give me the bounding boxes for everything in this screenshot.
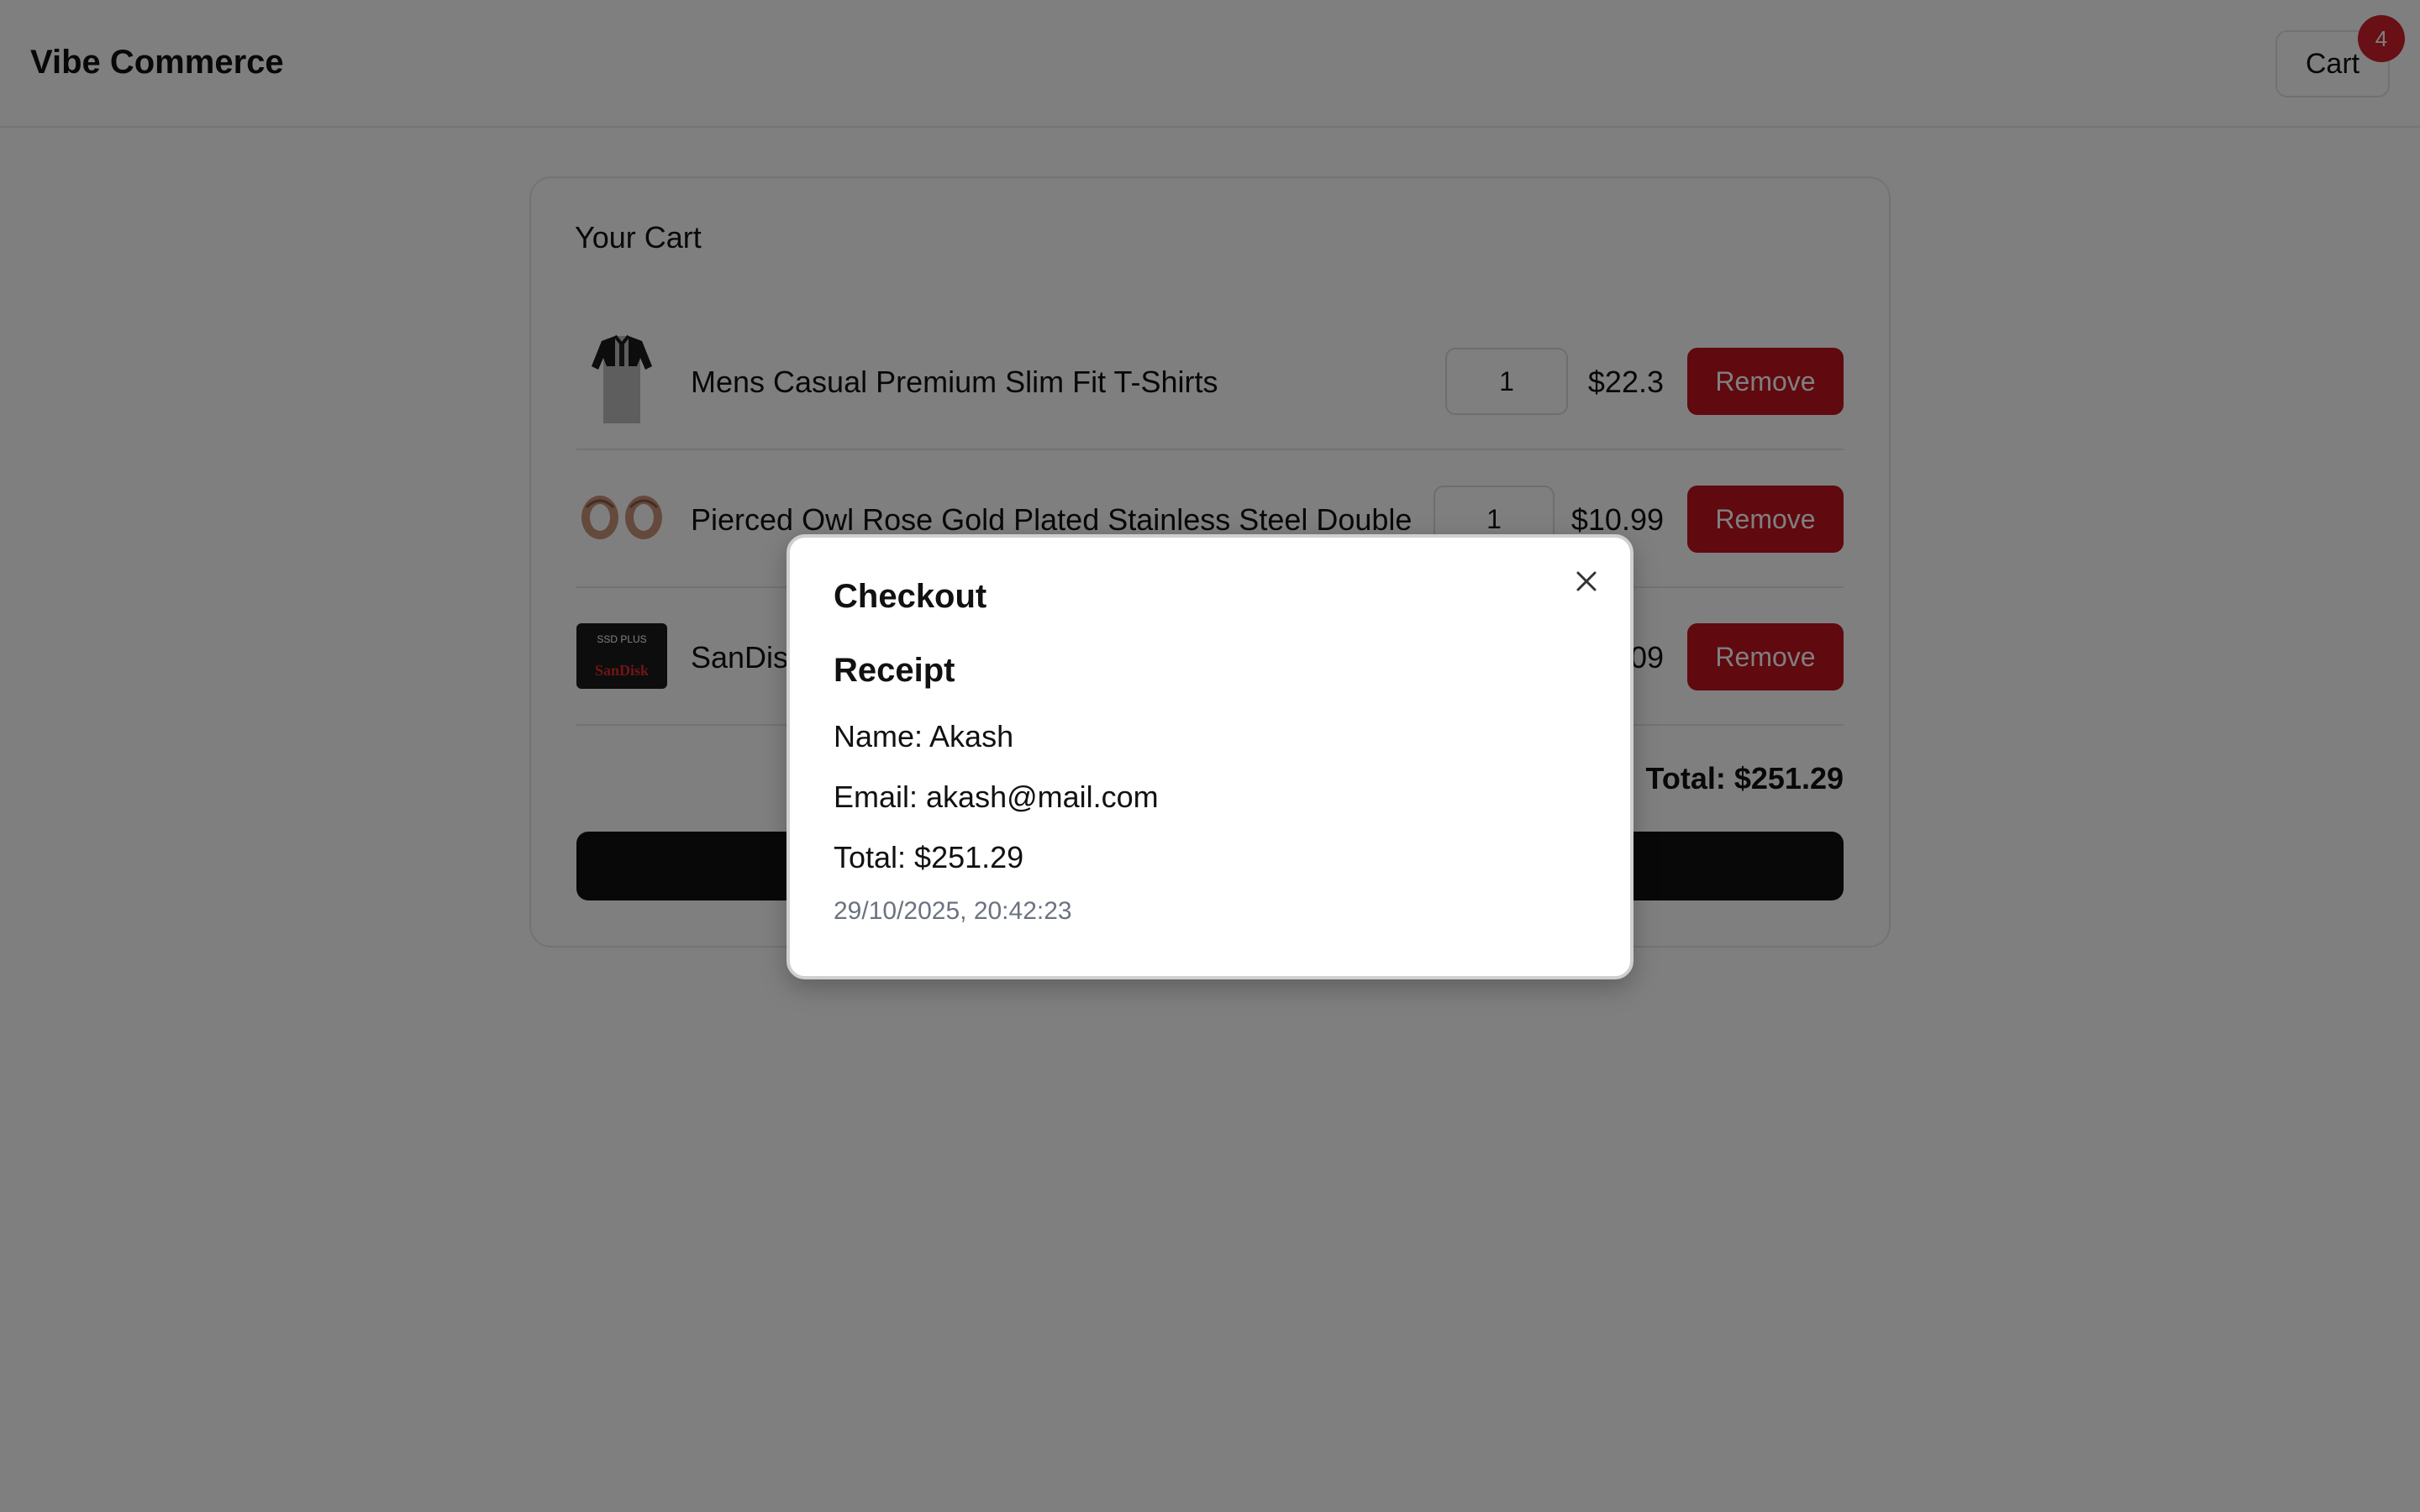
receipt-heading: Receipt bbox=[834, 652, 955, 689]
receipt-timestamp: 29/10/2025, 20:42:23 bbox=[834, 897, 1072, 925]
modal-title: Checkout bbox=[834, 578, 987, 615]
close-icon[interactable] bbox=[1571, 566, 1602, 596]
receipt-email: Email: akash@mail.com bbox=[834, 780, 1159, 814]
receipt-total: Total: $251.29 bbox=[834, 840, 1024, 874]
receipt-name: Name: Akash bbox=[834, 719, 1014, 753]
